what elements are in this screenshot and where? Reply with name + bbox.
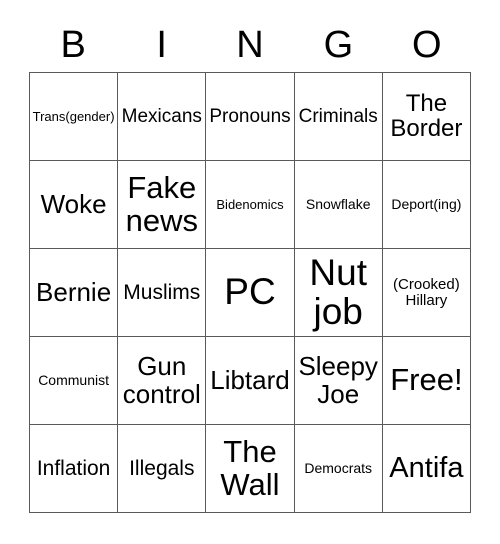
bingo-cell-label: Democrats (304, 460, 373, 477)
bingo-cell-label: Nut job (309, 252, 367, 332)
bingo-cell-r5c5[interactable]: Antifa (382, 425, 471, 513)
bingo-grid: Trans(gender) Mexicans Pronouns Criminal… (29, 72, 471, 513)
bingo-cell-label: Gun control (122, 351, 201, 409)
bingo-cell-r1c1[interactable]: Trans(gender) (30, 73, 119, 161)
bingo-cell-r2c4[interactable]: Snowflake (294, 161, 383, 249)
bingo-cell-r4c4[interactable]: Sleepy Joe (294, 337, 383, 425)
bingo-header-letter-o: O (412, 24, 442, 66)
bingo-header-letter-g: G (323, 24, 354, 66)
bingo-cell-label: (Crooked) Hillary (393, 275, 460, 309)
bingo-header-row: B I N G O (29, 18, 471, 72)
bingo-cell-label: Antifa (389, 452, 464, 485)
bingo-cell-label: Woke (40, 188, 107, 219)
bingo-cell-r3c3[interactable]: PC (206, 249, 295, 337)
bingo-cell-r5c3[interactable]: The Wall (206, 425, 295, 513)
bingo-cell-label: Libtard (210, 364, 290, 395)
bingo-cell-label: Deport(ing) (391, 196, 462, 213)
bingo-cell-label: The Border (390, 89, 463, 142)
bingo-header-letter-b: B (60, 24, 86, 66)
bingo-cell-r1c3[interactable]: Pronouns (206, 73, 295, 161)
bingo-card: B I N G O Trans(gender) Mexicans Pronoun… (0, 0, 500, 544)
bingo-cell-r4c5[interactable]: Free! (382, 337, 471, 425)
bingo-cell-label: The Wall (220, 434, 280, 502)
bingo-cell-label: Communist (38, 372, 109, 389)
bingo-cell-r1c5[interactable]: The Border (382, 73, 471, 161)
bingo-cell-r4c1[interactable]: Communist (30, 337, 119, 425)
bingo-cell-r1c2[interactable]: Mexicans (118, 73, 207, 161)
bingo-cell-r3c2[interactable]: Muslims (118, 249, 207, 337)
bingo-cell-label: Trans(gender) (32, 108, 115, 124)
bingo-cell-label: PC (224, 271, 276, 313)
bingo-cell-label: Inflation (36, 456, 111, 480)
bingo-header-letter-n: N (236, 24, 264, 66)
bingo-cell-label: Sleepy Joe (298, 351, 378, 409)
bingo-cell-r3c1[interactable]: Bernie (30, 249, 119, 337)
bingo-cell-label: Bidenomics (216, 196, 284, 212)
bingo-cell-r5c2[interactable]: Illegals (118, 425, 207, 513)
bingo-cell-label: Snowflake (305, 196, 371, 213)
bingo-cell-r4c2[interactable]: Gun control (118, 337, 207, 425)
bingo-cell-r2c3[interactable]: Bidenomics (206, 161, 295, 249)
bingo-cell-label: Mexicans (121, 105, 202, 127)
bingo-cell-label: Free! (390, 362, 463, 398)
bingo-cell-label: Muslims (123, 280, 201, 304)
bingo-cell-r2c1[interactable]: Woke (30, 161, 119, 249)
bingo-cell-r5c4[interactable]: Democrats (294, 425, 383, 513)
bingo-cell-r5c1[interactable]: Inflation (30, 425, 119, 513)
bingo-cell-label: Pronouns (209, 105, 291, 127)
bingo-cell-r3c4[interactable]: Nut job (294, 249, 383, 337)
bingo-cell-label: Illegals (129, 456, 195, 480)
bingo-cell-r2c2[interactable]: Fake news (118, 161, 207, 249)
bingo-cell-label: Fake news (125, 170, 198, 238)
bingo-cell-r2c5[interactable]: Deport(ing) (382, 161, 471, 249)
bingo-cell-r3c5[interactable]: (Crooked) Hillary (382, 249, 471, 337)
bingo-cell-label: Criminals (298, 105, 378, 127)
bingo-cell-r1c4[interactable]: Criminals (294, 73, 383, 161)
bingo-header-letter-i: I (156, 24, 167, 66)
bingo-cell-label: Bernie (36, 276, 112, 307)
bingo-cell-r4c3[interactable]: Libtard (206, 337, 295, 425)
